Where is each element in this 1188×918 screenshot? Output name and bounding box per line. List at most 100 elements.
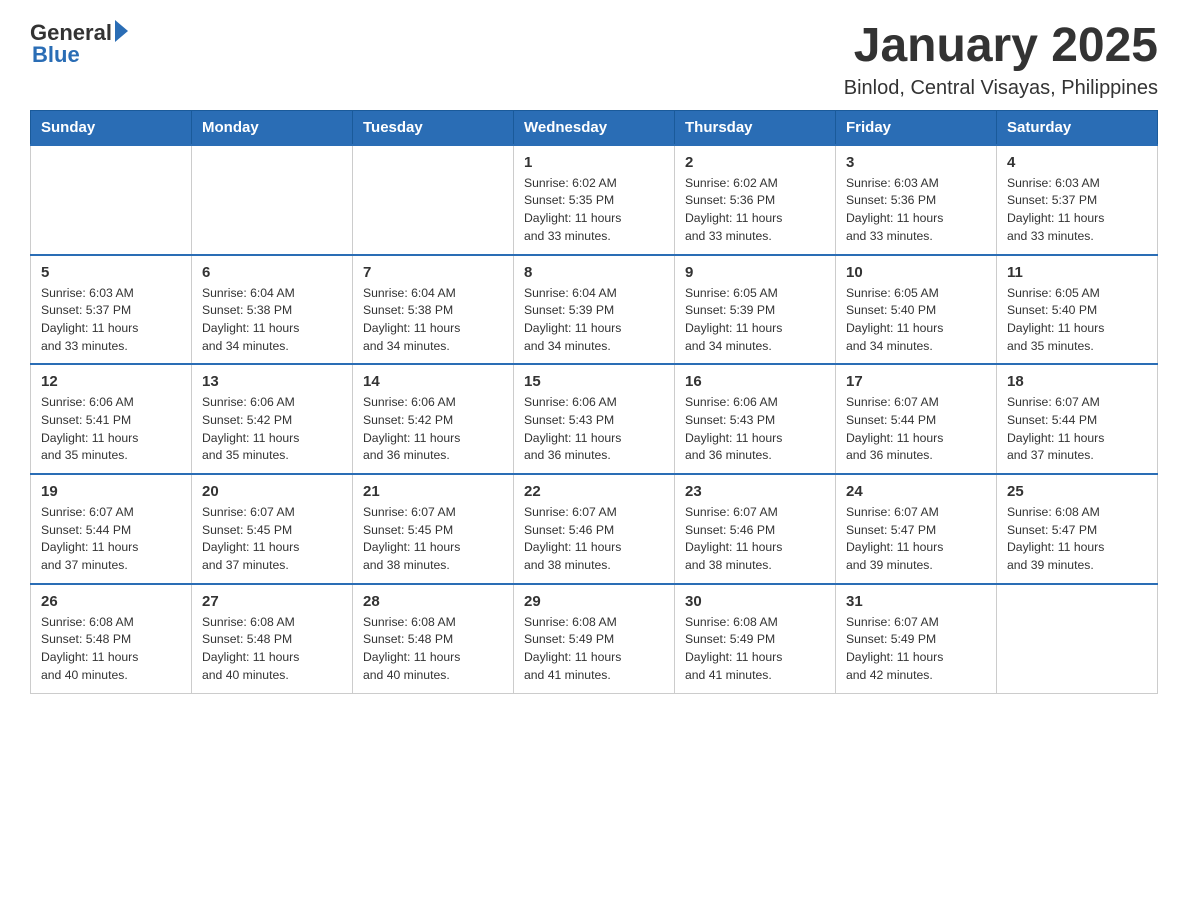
day-info: Sunrise: 6:04 AMSunset: 5:38 PMDaylight:…: [202, 285, 342, 356]
day-number: 4: [1007, 154, 1147, 171]
calendar-header-row: SundayMondayTuesdayWednesdayThursdayFrid…: [31, 110, 1158, 145]
week-row: 26 Sunrise: 6:08 AMSunset: 5:48 PMDayligh…: [31, 584, 1158, 693]
day-number: 12: [41, 373, 181, 390]
calendar-day: 8 Sunrise: 6:04 AMSunset: 5:39 PMDaylight…: [514, 255, 675, 365]
day-number: 22: [524, 483, 664, 500]
calendar-day: 31 Sunrise: 6:07 AMSunset: 5:49 PMDayligh…: [836, 584, 997, 693]
day-info: Sunrise: 6:02 AMSunset: 5:35 PMDaylight:…: [524, 175, 664, 246]
day-of-week-header: Saturday: [997, 110, 1158, 145]
day-info: Sunrise: 6:06 AMSunset: 5:42 PMDaylight:…: [363, 394, 503, 465]
empty-day: [997, 584, 1158, 693]
calendar-day: 22 Sunrise: 6:07 AMSunset: 5:46 PMDayligh…: [514, 474, 675, 584]
day-info: Sunrise: 6:07 AMSunset: 5:45 PMDaylight:…: [363, 504, 503, 575]
day-info: Sunrise: 6:07 AMSunset: 5:44 PMDaylight:…: [41, 504, 181, 575]
day-info: Sunrise: 6:08 AMSunset: 5:48 PMDaylight:…: [41, 614, 181, 685]
day-number: 16: [685, 373, 825, 390]
empty-day: [192, 145, 353, 255]
day-number: 7: [363, 264, 503, 281]
day-of-week-header: Wednesday: [514, 110, 675, 145]
day-info: Sunrise: 6:07 AMSunset: 5:45 PMDaylight:…: [202, 504, 342, 575]
day-info: Sunrise: 6:07 AMSunset: 5:44 PMDaylight:…: [1007, 394, 1147, 465]
day-number: 15: [524, 373, 664, 390]
day-number: 24: [846, 483, 986, 500]
day-number: 9: [685, 264, 825, 281]
day-info: Sunrise: 6:02 AMSunset: 5:36 PMDaylight:…: [685, 175, 825, 246]
day-number: 10: [846, 264, 986, 281]
day-number: 28: [363, 593, 503, 610]
calendar-day: 23Sunrise: 6:07 AMSunset: 5:46 PMDayligh…: [675, 474, 836, 584]
day-number: 26: [41, 593, 181, 610]
day-info: Sunrise: 6:08 AMSunset: 5:47 PMDaylight:…: [1007, 504, 1147, 575]
day-number: 18: [1007, 373, 1147, 390]
day-number: 5: [41, 264, 181, 281]
day-of-week-header: Tuesday: [353, 110, 514, 145]
day-info: Sunrise: 6:08 AMSunset: 5:48 PMDaylight:…: [202, 614, 342, 685]
calendar-day: 21Sunrise: 6:07 AMSunset: 5:45 PMDayligh…: [353, 474, 514, 584]
day-info: Sunrise: 6:07 AMSunset: 5:46 PMDaylight:…: [524, 504, 664, 575]
logo: General Blue: [30, 20, 128, 68]
calendar-day: 25 Sunrise: 6:08 AMSunset: 5:47 PMDayligh…: [997, 474, 1158, 584]
day-number: 11: [1007, 264, 1147, 281]
week-row: 12 Sunrise: 6:06 AMSunset: 5:41 PMDayligh…: [31, 364, 1158, 474]
calendar-day: 26 Sunrise: 6:08 AMSunset: 5:48 PMDayligh…: [31, 584, 192, 693]
calendar-day: 2 Sunrise: 6:02 AMSunset: 5:36 PMDaylight…: [675, 145, 836, 255]
day-info: Sunrise: 6:08 AMSunset: 5:49 PMDaylight:…: [524, 614, 664, 685]
day-number: 1: [524, 154, 664, 171]
calendar-day: 7 Sunrise: 6:04 AMSunset: 5:38 PMDaylight…: [353, 255, 514, 365]
empty-day: [31, 145, 192, 255]
day-number: 3: [846, 154, 986, 171]
calendar-day: 15Sunrise: 6:06 AMSunset: 5:43 PMDayligh…: [514, 364, 675, 474]
day-number: 19: [41, 483, 181, 500]
calendar-day: 3 Sunrise: 6:03 AMSunset: 5:36 PMDaylight…: [836, 145, 997, 255]
day-info: Sunrise: 6:07 AMSunset: 5:44 PMDaylight:…: [846, 394, 986, 465]
day-number: 14: [363, 373, 503, 390]
calendar-table: SundayMondayTuesdayWednesdayThursdayFrid…: [30, 110, 1158, 694]
day-info: Sunrise: 6:05 AMSunset: 5:39 PMDaylight:…: [685, 285, 825, 356]
day-info: Sunrise: 6:07 AMSunset: 5:49 PMDaylight:…: [846, 614, 986, 685]
day-number: 8: [524, 264, 664, 281]
day-info: Sunrise: 6:05 AMSunset: 5:40 PMDaylight:…: [1007, 285, 1147, 356]
day-info: Sunrise: 6:08 AMSunset: 5:48 PMDaylight:…: [363, 614, 503, 685]
calendar-day: 10 Sunrise: 6:05 AMSunset: 5:40 PMDayligh…: [836, 255, 997, 365]
day-number: 29: [524, 593, 664, 610]
day-number: 17: [846, 373, 986, 390]
calendar-day: 6Sunrise: 6:04 AMSunset: 5:38 PMDaylight…: [192, 255, 353, 365]
day-info: Sunrise: 6:06 AMSunset: 5:41 PMDaylight:…: [41, 394, 181, 465]
day-number: 23: [685, 483, 825, 500]
calendar-day: 19 Sunrise: 6:07 AMSunset: 5:44 PMDayligh…: [31, 474, 192, 584]
week-row: 5Sunrise: 6:03 AMSunset: 5:37 PMDaylight…: [31, 255, 1158, 365]
calendar-day: 17 Sunrise: 6:07 AMSunset: 5:44 PMDayligh…: [836, 364, 997, 474]
day-number: 13: [202, 373, 342, 390]
day-number: 27: [202, 593, 342, 610]
logo-triangle-icon: [115, 20, 128, 42]
week-row: 19 Sunrise: 6:07 AMSunset: 5:44 PMDayligh…: [31, 474, 1158, 584]
calendar-day: 28 Sunrise: 6:08 AMSunset: 5:48 PMDayligh…: [353, 584, 514, 693]
day-number: 2: [685, 154, 825, 171]
calendar-day: 24Sunrise: 6:07 AMSunset: 5:47 PMDayligh…: [836, 474, 997, 584]
page-header: General Blue January 2025 Binlod, Centra…: [30, 20, 1158, 100]
day-info: Sunrise: 6:04 AMSunset: 5:38 PMDaylight:…: [363, 285, 503, 356]
title-block: January 2025 Binlod, Central Visayas, Ph…: [844, 20, 1158, 100]
day-number: 31: [846, 593, 986, 610]
calendar-day: 5Sunrise: 6:03 AMSunset: 5:37 PMDaylight…: [31, 255, 192, 365]
calendar-day: 29 Sunrise: 6:08 AMSunset: 5:49 PMDayligh…: [514, 584, 675, 693]
calendar-day: 20 Sunrise: 6:07 AMSunset: 5:45 PMDayligh…: [192, 474, 353, 584]
day-info: Sunrise: 6:06 AMSunset: 5:42 PMDaylight:…: [202, 394, 342, 465]
day-number: 30: [685, 593, 825, 610]
day-info: Sunrise: 6:03 AMSunset: 5:36 PMDaylight:…: [846, 175, 986, 246]
day-of-week-header: Sunday: [31, 110, 192, 145]
calendar-day: 9 Sunrise: 6:05 AMSunset: 5:39 PMDaylight…: [675, 255, 836, 365]
calendar-day: 14 Sunrise: 6:06 AMSunset: 5:42 PMDayligh…: [353, 364, 514, 474]
day-info: Sunrise: 6:03 AMSunset: 5:37 PMDaylight:…: [1007, 175, 1147, 246]
logo-blue-text: Blue: [30, 42, 80, 68]
day-of-week-header: Friday: [836, 110, 997, 145]
calendar-day: 13 Sunrise: 6:06 AMSunset: 5:42 PMDayligh…: [192, 364, 353, 474]
day-info: Sunrise: 6:06 AMSunset: 5:43 PMDaylight:…: [685, 394, 825, 465]
day-info: Sunrise: 6:04 AMSunset: 5:39 PMDaylight:…: [524, 285, 664, 356]
day-number: 20: [202, 483, 342, 500]
calendar-day: 16 Sunrise: 6:06 AMSunset: 5:43 PMDayligh…: [675, 364, 836, 474]
day-info: Sunrise: 6:08 AMSunset: 5:49 PMDaylight:…: [685, 614, 825, 685]
calendar-day: 18 Sunrise: 6:07 AMSunset: 5:44 PMDayligh…: [997, 364, 1158, 474]
day-info: Sunrise: 6:05 AMSunset: 5:40 PMDaylight:…: [846, 285, 986, 356]
day-number: 25: [1007, 483, 1147, 500]
